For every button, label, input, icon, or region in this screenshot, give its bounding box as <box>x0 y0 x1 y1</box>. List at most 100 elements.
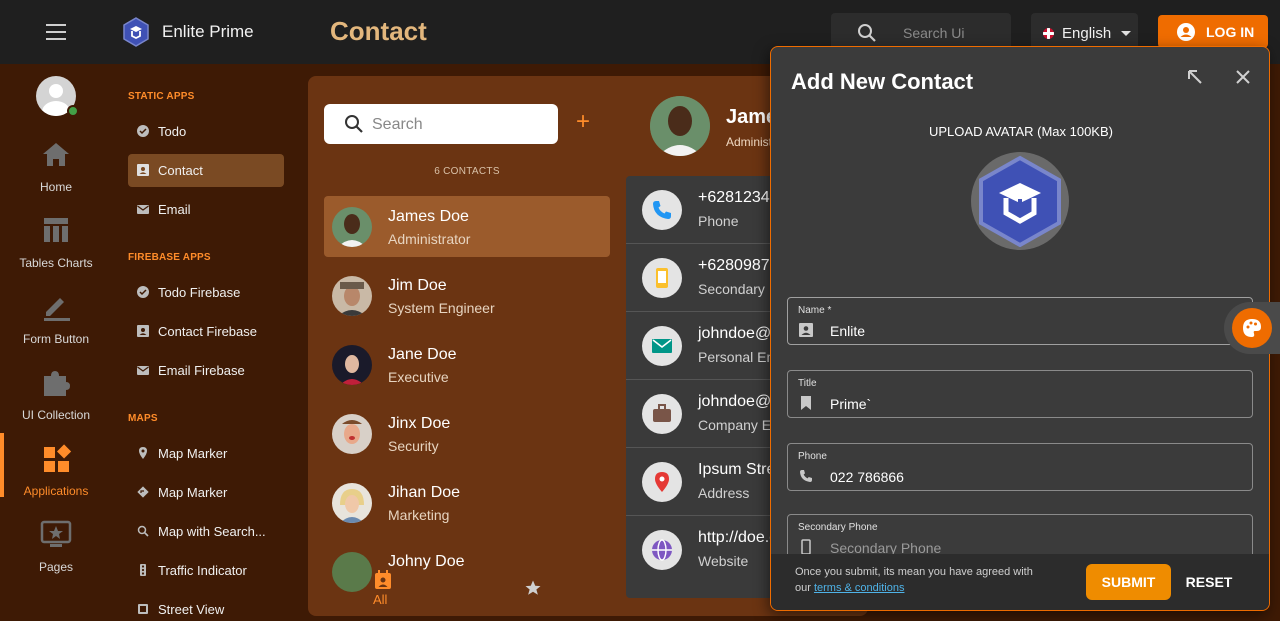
contact-list-item[interactable]: James Doe Administrator <box>324 196 610 257</box>
star-icon[interactable] <box>524 579 542 597</box>
brand-name: Enlite Prime <box>162 22 254 41</box>
search-placeholder: Search <box>372 116 423 133</box>
contact-list-item[interactable]: Jane Doe Executive <box>324 334 610 395</box>
rail-item-applications[interactable]: Applications <box>0 444 112 514</box>
menu-icon[interactable] <box>46 24 66 40</box>
title-field[interactable]: Title Prime` <box>787 370 1253 418</box>
street-view-icon <box>138 604 148 614</box>
sidebar-item-label: Street View <box>158 602 225 617</box>
sidebar-item-street-view[interactable]: Street View <box>128 593 284 621</box>
terms-link[interactable]: terms & conditions <box>814 582 904 594</box>
avatar-logo-icon <box>979 155 1061 247</box>
phone-field[interactable]: Phone 022 786866 <box>787 443 1253 491</box>
contact-name: Jihan Doe <box>388 484 461 501</box>
sidebar-item-label: Map Marker <box>158 446 228 461</box>
submit-button[interactable]: SUBMIT <box>1086 564 1171 600</box>
bookmark-icon <box>801 396 811 410</box>
direction-icon <box>137 486 149 498</box>
rail-item-pages[interactable]: Pages <box>0 520 112 590</box>
sidebar-item-label: Todo <box>158 124 187 139</box>
contact-avatar <box>332 276 372 316</box>
sidebar-item-todo-firebase[interactable]: Todo Firebase <box>128 276 284 309</box>
name-field[interactable]: Name * Enlite <box>787 297 1253 345</box>
puzzle-icon <box>44 371 70 396</box>
expand-icon[interactable] <box>1185 67 1205 87</box>
sidebar-item-contact[interactable]: Contact <box>128 154 284 187</box>
contact-role: System Engineer <box>388 300 495 316</box>
sidebar-item-email[interactable]: Email <box>128 193 284 226</box>
contact-card-icon <box>799 323 813 337</box>
rail-label: UI Collection <box>21 408 91 422</box>
phone-icon <box>800 470 812 482</box>
rail-item-home[interactable]: Home <box>0 140 112 210</box>
sidebar-item-label: Contact Firebase <box>158 324 257 339</box>
sidebar-item-label: Map Marker <box>158 485 228 500</box>
contacts-all-tab-icon[interactable] <box>373 570 393 590</box>
contact-search-input[interactable]: Search <box>324 104 558 144</box>
field-label: Title <box>798 378 817 389</box>
apps-icon <box>44 444 72 472</box>
contact-name: Johny Doe <box>388 553 465 570</box>
login-button[interactable]: LOG IN <box>1158 15 1268 48</box>
rail-item-ui-collection[interactable]: UI Collection <box>0 368 112 438</box>
brand-logo <box>123 17 149 47</box>
tab-all-label[interactable]: All <box>373 592 387 607</box>
contact-list-item[interactable]: Jinx Doe Security <box>324 403 610 464</box>
search-placeholder: Search Ui <box>903 25 965 41</box>
upload-avatar-dropzone[interactable] <box>971 152 1069 250</box>
rail-item-form-button[interactable]: Form Button <box>0 292 112 362</box>
contact-list-item[interactable]: Jim Doe System Engineer <box>324 265 610 326</box>
terms-notice: Once you submit, its mean you have agree… <box>795 564 1045 596</box>
contact-avatar <box>332 414 372 454</box>
sidebar-item-map-marker[interactable]: Map Marker <box>128 437 284 470</box>
table-icon <box>44 218 68 242</box>
field-label: Phone <box>798 451 827 462</box>
sidebar-item-label: Map with Search... <box>158 524 266 539</box>
location-pin-icon <box>655 472 669 492</box>
sidebar-item-map-marker-direction[interactable]: Map Marker <box>128 476 284 509</box>
mobile-icon <box>656 268 668 288</box>
rail-label: Pages <box>38 560 74 574</box>
sidebar-item-contact-firebase[interactable]: Contact Firebase <box>128 315 284 348</box>
page-title: Contact <box>330 16 427 46</box>
static-apps-heading: STATIC APPS <box>128 91 195 102</box>
traffic-light-icon <box>140 564 146 576</box>
rail-label: Home <box>39 180 72 194</box>
contact-role: Administrator <box>388 231 471 247</box>
contact-avatar <box>332 552 372 592</box>
contact-name: Jane Doe <box>388 346 457 363</box>
contact-list-item[interactable]: Jihan Doe Marketing <box>324 472 610 533</box>
sidebar-item-label: Email Firebase <box>158 363 245 378</box>
sidebar-item-map-with-search[interactable]: Map with Search... <box>128 515 284 548</box>
contact-icon <box>137 325 149 337</box>
contact-name: James Doe <box>388 208 469 225</box>
contact-role: Marketing <box>388 507 450 523</box>
contact-list-item[interactable]: Johny Doe <box>324 541 610 602</box>
reset-button[interactable]: RESET <box>1181 564 1237 600</box>
uk-flag-icon <box>1043 28 1054 39</box>
close-icon[interactable] <box>1233 67 1253 87</box>
contact-name: Jinx Doe <box>388 415 451 432</box>
home-icon <box>43 143 69 166</box>
maps-heading: MAPS <box>128 413 158 424</box>
sidebar-item-label: Todo Firebase <box>158 285 241 300</box>
contact-avatar <box>332 207 372 247</box>
detail-value: +6280987 <box>698 257 770 274</box>
online-status-dot <box>67 105 79 117</box>
sidebar-item-traffic-indicator[interactable]: Traffic Indicator <box>128 554 284 587</box>
briefcase-icon <box>653 404 671 422</box>
phone-icon <box>653 201 671 219</box>
pen-icon <box>44 298 70 321</box>
rail-label: Tables Charts <box>19 256 93 270</box>
account-circle-icon <box>1177 23 1195 41</box>
sidebar-item-email-firebase[interactable]: Email Firebase <box>128 354 284 387</box>
theme-palette-button[interactable] <box>1224 302 1280 354</box>
rail-item-tables-charts[interactable]: Tables Charts <box>0 216 112 286</box>
detail-label: Address <box>698 485 750 501</box>
sidebar-item-todo[interactable]: Todo <box>128 115 284 148</box>
contact-icon <box>137 164 149 176</box>
check-circle-icon <box>137 286 149 298</box>
add-contact-button[interactable]: + <box>576 110 590 134</box>
contact-count: 6 CONTACTS <box>434 166 500 177</box>
sidebar-item-label: Email <box>158 202 191 217</box>
